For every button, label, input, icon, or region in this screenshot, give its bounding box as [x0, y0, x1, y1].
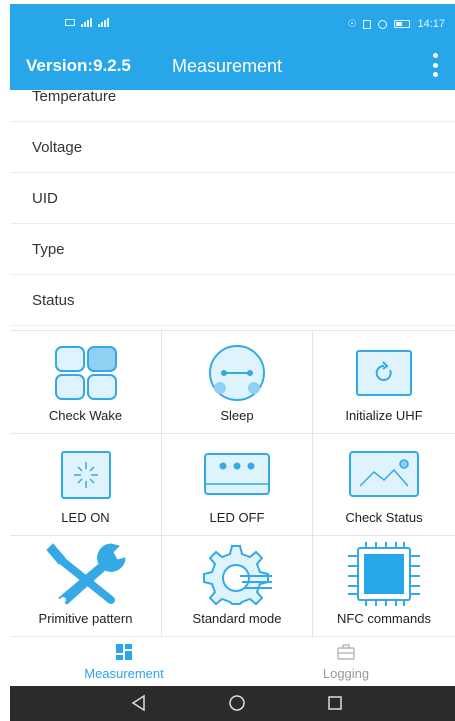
- gear-icon: [203, 545, 272, 606]
- info-row-label: UID: [32, 189, 58, 207]
- nfc-commands-button[interactable]: NFC commands: [313, 536, 455, 637]
- page-title: Measurement: [172, 56, 283, 76]
- briefcase-icon: [236, 641, 455, 663]
- signal-icon: [81, 18, 92, 27]
- notification-icon: [65, 19, 75, 26]
- nav-measurement[interactable]: Measurement: [14, 641, 234, 681]
- app-bar: ☉ 14:17 Version:9.2.5 Measurement: [10, 4, 455, 90]
- action-label: Initialize UHF: [345, 408, 423, 423]
- initialize-uhf-button[interactable]: Initialize UHF: [313, 331, 455, 434]
- led-off-icon: [204, 453, 270, 495]
- check-wake-button[interactable]: Check Wake: [10, 331, 162, 434]
- back-icon[interactable]: [130, 694, 148, 712]
- nav-logging[interactable]: Logging: [236, 641, 455, 681]
- clock-text: 14:17: [417, 18, 445, 30]
- recents-icon[interactable]: [326, 694, 344, 712]
- chip-icon: [348, 542, 420, 606]
- action-label: Primitive pattern: [38, 611, 133, 626]
- signal-icon-2: [98, 18, 109, 27]
- action-label: LED ON: [61, 510, 110, 525]
- sleep-icon: [209, 345, 265, 401]
- action-label: Standard mode: [192, 611, 282, 626]
- primitive-pattern-button[interactable]: Primitive pattern: [10, 536, 162, 637]
- info-row-temperature: Temperature: [10, 88, 455, 122]
- info-row-label: Status: [32, 291, 75, 309]
- battery-icon: [394, 20, 411, 28]
- status-left: [65, 18, 109, 27]
- led-off-button[interactable]: LED OFF: [162, 434, 313, 536]
- title-bar: Version:9.2.5 Measurement: [10, 42, 455, 90]
- action-grid: Check Wake Sleep Initialize UHF LED ON L…: [10, 330, 455, 637]
- check-status-icon: [349, 451, 419, 497]
- action-label: NFC commands: [337, 611, 431, 626]
- check-status-button[interactable]: Check Status: [313, 434, 455, 536]
- info-row-label: Type: [32, 240, 65, 258]
- info-row-type: Type: [10, 224, 455, 275]
- action-label: LED OFF: [209, 510, 265, 525]
- check-wake-icon: [54, 346, 117, 400]
- info-list: Temperature Voltage UID Type Status: [10, 88, 455, 326]
- bottom-navigation: Measurement Logging: [10, 636, 455, 686]
- action-label: Check Status: [345, 510, 423, 525]
- nav-measurement-label: Measurement: [84, 666, 164, 681]
- info-row-label: Voltage: [32, 138, 83, 156]
- overflow-menu-icon[interactable]: [431, 53, 439, 77]
- nav-logging-label: Logging: [322, 666, 370, 681]
- alarm-icon: [378, 19, 388, 29]
- info-row-status: Status: [10, 275, 455, 326]
- dashboard-icon: [14, 641, 234, 663]
- vibrate-icon: [363, 19, 372, 29]
- info-row-uid: UID: [10, 173, 455, 224]
- nfc-status-icon: ☉: [347, 18, 357, 30]
- sleep-button[interactable]: Sleep: [162, 331, 313, 434]
- version-label: Version:9.2.5: [26, 56, 131, 75]
- system-navigation-bar: [10, 686, 455, 721]
- info-row-label: Temperature: [32, 88, 117, 105]
- led-on-button[interactable]: LED ON: [10, 434, 162, 536]
- tools-icon: [45, 543, 126, 605]
- home-icon[interactable]: [228, 694, 246, 712]
- initialize-uhf-icon: [356, 350, 412, 396]
- status-bar: ☉ 14:17: [10, 4, 455, 42]
- led-on-icon: [60, 451, 111, 499]
- action-label: Check Wake: [48, 408, 123, 423]
- info-row-voltage: Voltage: [10, 122, 455, 173]
- standard-mode-button[interactable]: Standard mode: [162, 536, 313, 637]
- action-label: Sleep: [220, 408, 254, 423]
- status-right: ☉ 14:17: [348, 18, 446, 30]
